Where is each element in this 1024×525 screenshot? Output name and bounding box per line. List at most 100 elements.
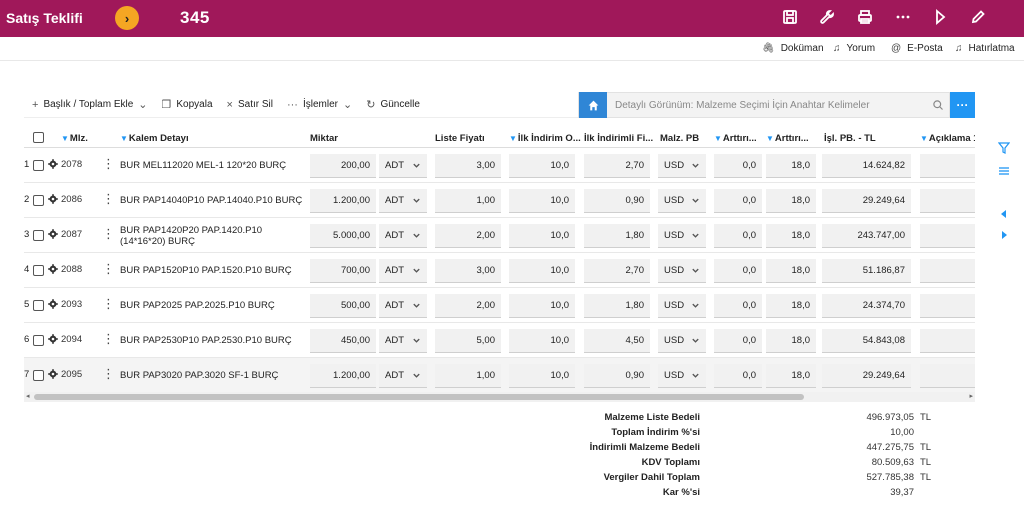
discount-price-field[interactable]: 4,50	[584, 329, 650, 353]
row-checkbox[interactable]	[33, 230, 44, 241]
table-row[interactable]: 5 2093 ⋮ BUR PAP2025 PAP.2025.P10 BURÇ 5…	[24, 288, 975, 323]
addition-2-field[interactable]: 18,0	[766, 154, 816, 178]
discount-price-field[interactable]: 0,90	[584, 189, 650, 213]
col-detail[interactable]: ▼Kalem Detayı	[120, 133, 189, 144]
description-field[interactable]	[920, 294, 975, 318]
gear-icon[interactable]	[48, 299, 58, 312]
table-row[interactable]: 3 2087 ⋮ BUR PAP1420P20 PAP.1420.P10 (14…	[24, 218, 975, 253]
table-row[interactable]: 2 2086 ⋮ BUR PAP14040P10 PAP.14040.P10 B…	[24, 183, 975, 218]
description-field[interactable]	[920, 189, 975, 213]
horizontal-scrollbar[interactable]: ◂ ▸	[24, 392, 975, 402]
addition-1-field[interactable]: 0,0	[714, 329, 762, 353]
total-field[interactable]: 51.186,87	[822, 259, 911, 283]
quantity-field[interactable]: 1.200,00	[310, 364, 376, 388]
unit-select[interactable]: ADT	[379, 189, 427, 213]
search-icon[interactable]	[927, 99, 949, 111]
operations-button[interactable]: ··· İşlemler ⌄	[287, 98, 352, 112]
add-header-button[interactable]: + Başlık / Toplam Ekle ⌄	[32, 98, 148, 112]
reminder-link[interactable]: ♫ Hatırlatma	[955, 43, 1015, 54]
search-more-button[interactable]: ···	[950, 92, 975, 118]
expand-button[interactable]: ›	[115, 6, 139, 30]
row-menu-icon[interactable]: ⋮	[102, 332, 115, 345]
list-price-field[interactable]: 3,00	[435, 154, 501, 178]
table-row[interactable]: 4 2088 ⋮ BUR PAP1520P10 PAP.1520.P10 BUR…	[24, 253, 975, 288]
scroll-thumb[interactable]	[34, 394, 804, 400]
quantity-field[interactable]: 5.000,00	[310, 224, 376, 248]
col-code[interactable]: ▼Mlz.	[61, 133, 88, 144]
total-field[interactable]: 29.249,64	[822, 189, 911, 213]
comment-link[interactable]: ♫ Yorum	[833, 43, 875, 54]
list-price-field[interactable]: 1,00	[435, 364, 501, 388]
select-all-checkbox[interactable]	[33, 132, 44, 143]
copy-button[interactable]: ❐ Kopyala	[162, 98, 213, 111]
row-menu-icon[interactable]: ⋮	[102, 262, 115, 275]
currency-select[interactable]: USD	[658, 189, 706, 213]
description-field[interactable]	[920, 259, 975, 283]
discount-field[interactable]: 10,0	[509, 224, 575, 248]
discount-field[interactable]: 10,0	[509, 154, 575, 178]
expand-side-button[interactable]	[996, 227, 1012, 243]
discount-price-field[interactable]: 1,80	[584, 294, 650, 318]
addition-1-field[interactable]: 0,0	[714, 154, 762, 178]
col-addition-1[interactable]: ▼Arttırı...	[714, 133, 766, 144]
col-qty[interactable]: Miktar	[310, 133, 338, 144]
total-field[interactable]: 243.747,00	[822, 224, 911, 248]
scroll-left-icon[interactable]: ◂	[26, 392, 30, 400]
currency-select[interactable]: USD	[658, 294, 706, 318]
gear-icon[interactable]	[48, 159, 58, 172]
discount-field[interactable]: 10,0	[509, 259, 575, 283]
currency-select[interactable]: USD	[658, 364, 706, 388]
unit-select[interactable]: ADT	[379, 329, 427, 353]
col-discount-price[interactable]: İlk İndirimli Fi...	[584, 133, 656, 144]
addition-2-field[interactable]: 18,0	[766, 329, 816, 353]
email-link[interactable]: @ E-Posta	[891, 43, 943, 54]
description-field[interactable]	[920, 224, 975, 248]
refresh-button[interactable]: ↻ Güncelle	[366, 98, 420, 111]
list-price-field[interactable]: 1,00	[435, 189, 501, 213]
col-total[interactable]: İşl. PB. - TL	[824, 133, 876, 144]
settings-button[interactable]	[817, 7, 837, 27]
discount-price-field[interactable]: 0,90	[584, 364, 650, 388]
row-checkbox[interactable]	[33, 370, 44, 381]
table-row[interactable]: 6 2094 ⋮ BUR PAP2530P10 PAP.2530.P10 BUR…	[24, 323, 975, 358]
print-button[interactable]	[855, 7, 875, 27]
col-description[interactable]: ▼Açıklama 1	[920, 133, 975, 144]
addition-1-field[interactable]: 0,0	[714, 364, 762, 388]
total-field[interactable]: 29.249,64	[822, 364, 911, 388]
delete-row-button[interactable]: × Satır Sil	[227, 99, 273, 111]
column-menu-button[interactable]	[996, 163, 1012, 179]
gear-icon[interactable]	[48, 194, 58, 207]
row-checkbox[interactable]	[33, 335, 44, 346]
list-price-field[interactable]: 2,00	[435, 224, 501, 248]
home-button[interactable]	[579, 92, 607, 118]
discount-price-field[interactable]: 2,70	[584, 259, 650, 283]
collapse-button[interactable]	[996, 206, 1012, 222]
scroll-right-icon[interactable]: ▸	[969, 392, 973, 400]
currency-select[interactable]: USD	[658, 329, 706, 353]
unit-select[interactable]: ADT	[379, 259, 427, 283]
description-field[interactable]	[920, 154, 975, 178]
row-menu-icon[interactable]: ⋮	[102, 192, 115, 205]
row-checkbox[interactable]	[33, 300, 44, 311]
quantity-field[interactable]: 200,00	[310, 154, 376, 178]
quantity-field[interactable]: 1.200,00	[310, 189, 376, 213]
discount-field[interactable]: 10,0	[509, 329, 575, 353]
table-row[interactable]: 7 2095 ⋮ BUR PAP3020 PAP.3020 SF-1 BURÇ …	[24, 358, 975, 392]
unit-select[interactable]: ADT	[379, 364, 427, 388]
more-button[interactable]	[893, 7, 913, 27]
addition-2-field[interactable]: 18,0	[766, 224, 816, 248]
discount-price-field[interactable]: 1,80	[584, 224, 650, 248]
addition-2-field[interactable]: 18,0	[766, 259, 816, 283]
addition-1-field[interactable]: 0,0	[714, 189, 762, 213]
gear-icon[interactable]	[48, 264, 58, 277]
col-discount[interactable]: ▼İlk İndirim O...	[509, 133, 581, 144]
description-field[interactable]	[920, 329, 975, 353]
table-row[interactable]: 1 2078 ⋮ BUR MEL112020 MEL-1 120*20 BURÇ…	[24, 148, 975, 183]
unit-select[interactable]: ADT	[379, 294, 427, 318]
col-addition-2[interactable]: ▼Arttırı...	[766, 133, 822, 144]
row-menu-icon[interactable]: ⋮	[102, 227, 115, 240]
currency-select[interactable]: USD	[658, 259, 706, 283]
gear-icon[interactable]	[48, 369, 58, 382]
search-input[interactable]: Detaylı Görünüm: Malzeme Seçimi İçin Ana…	[615, 100, 927, 111]
row-menu-icon[interactable]: ⋮	[102, 297, 115, 310]
